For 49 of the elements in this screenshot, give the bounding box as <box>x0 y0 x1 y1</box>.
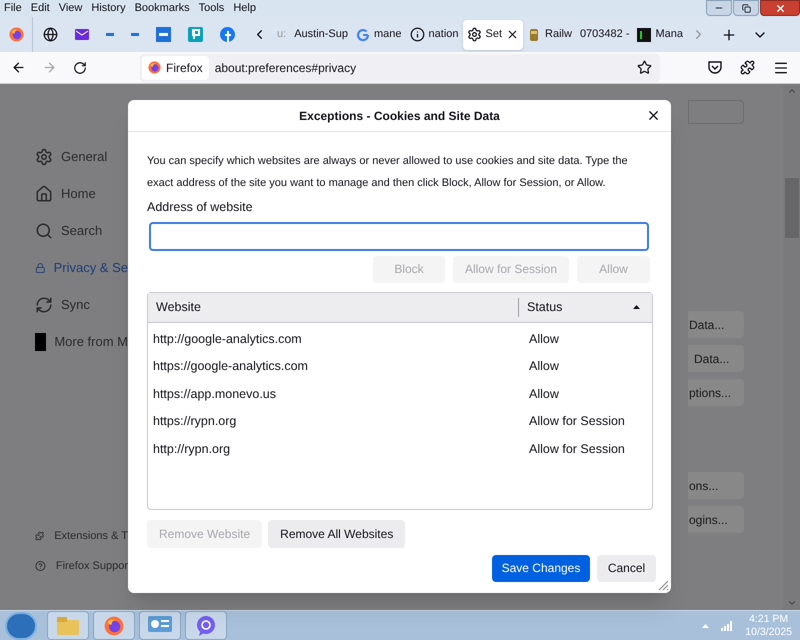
dialog-description: You can specify which websites are always or never allowed to use cookies and site data. Type the exact address of the site you want to manage and then click Block, Allow for Session, or Allow. <box>147 154 629 191</box>
tab-title: Mana <box>655 27 684 42</box>
identity-label: Firefox <box>166 60 203 76</box>
website-cell[interactable]: https://rypn.org <box>148 412 529 431</box>
dialog-title: Exceptions - Cookies and Site Data <box>299 108 500 124</box>
browser-tab[interactable]: mane <box>352 20 406 50</box>
column-header[interactable]: Status <box>519 298 652 317</box>
tab-title: nation <box>428 27 459 42</box>
url-text: about:preferences#privacy <box>214 60 358 76</box>
menu-item[interactable]: Edit <box>30 0 50 17</box>
menu-item[interactable]: History <box>91 0 126 17</box>
tab-title: mane <box>374 27 402 42</box>
menu-item[interactable]: Tools <box>198 0 224 17</box>
address-label: Address of website <box>147 199 254 216</box>
remove-button[interactable]: Remove All Websites <box>268 520 406 548</box>
menu-item[interactable]: Help <box>233 0 256 17</box>
page-button[interactable]: ogins... <box>688 506 744 533</box>
page-button[interactable]: ons... <box>688 472 744 499</box>
save-button[interactable]: Save Changes <box>492 554 590 582</box>
menu-item[interactable]: View <box>58 0 82 17</box>
identity-chip[interactable]: Firefox <box>142 56 209 80</box>
status-cell[interactable]: Allow <box>529 330 652 349</box>
column-header[interactable]: Website <box>148 298 519 317</box>
status-cell[interactable]: Allow <box>529 384 652 404</box>
status-cell[interactable]: Allow for Session <box>529 440 652 458</box>
tab-title: Railw <box>545 27 572 42</box>
menu-item[interactable]: File <box>4 0 22 17</box>
browser-tab[interactable]: 0703482 - <box>576 20 634 50</box>
address-bar[interactable]: Firefox about:preferences#privacy <box>140 54 660 82</box>
browser-tab[interactable]: Set <box>462 20 524 50</box>
browser-tab[interactable]: nation <box>406 20 463 50</box>
browser-tab[interactable]: Austin-Sup <box>290 20 352 50</box>
browser-tab[interactable]: Railw <box>523 20 576 50</box>
page-button[interactable]: Data... <box>688 345 744 372</box>
status-cell[interactable]: Allow for Session <box>529 412 652 431</box>
website-cell[interactable]: http://google-analytics.com <box>148 330 529 349</box>
menu-item[interactable]: Bookmarks <box>134 0 190 17</box>
browser-tab[interactable]: Mana <box>633 20 688 50</box>
website-cell[interactable]: https://google-analytics.com <box>148 357 529 376</box>
page-button[interactable]: Data... <box>688 311 744 338</box>
website-cell[interactable]: https://app.monevo.us <box>148 384 529 404</box>
tab-title: Austin-Sup <box>294 27 348 42</box>
page-button[interactable]: ptions... <box>688 379 744 406</box>
website-cell[interactable]: http://rypn.org <box>148 440 529 458</box>
tab-title: Set <box>486 27 502 42</box>
cancel-button[interactable]: Cancel <box>597 554 656 582</box>
tab-title: u: <box>277 27 286 42</box>
tab-title: 0703482 - <box>580 27 630 42</box>
status-cell[interactable]: Allow <box>529 357 652 376</box>
